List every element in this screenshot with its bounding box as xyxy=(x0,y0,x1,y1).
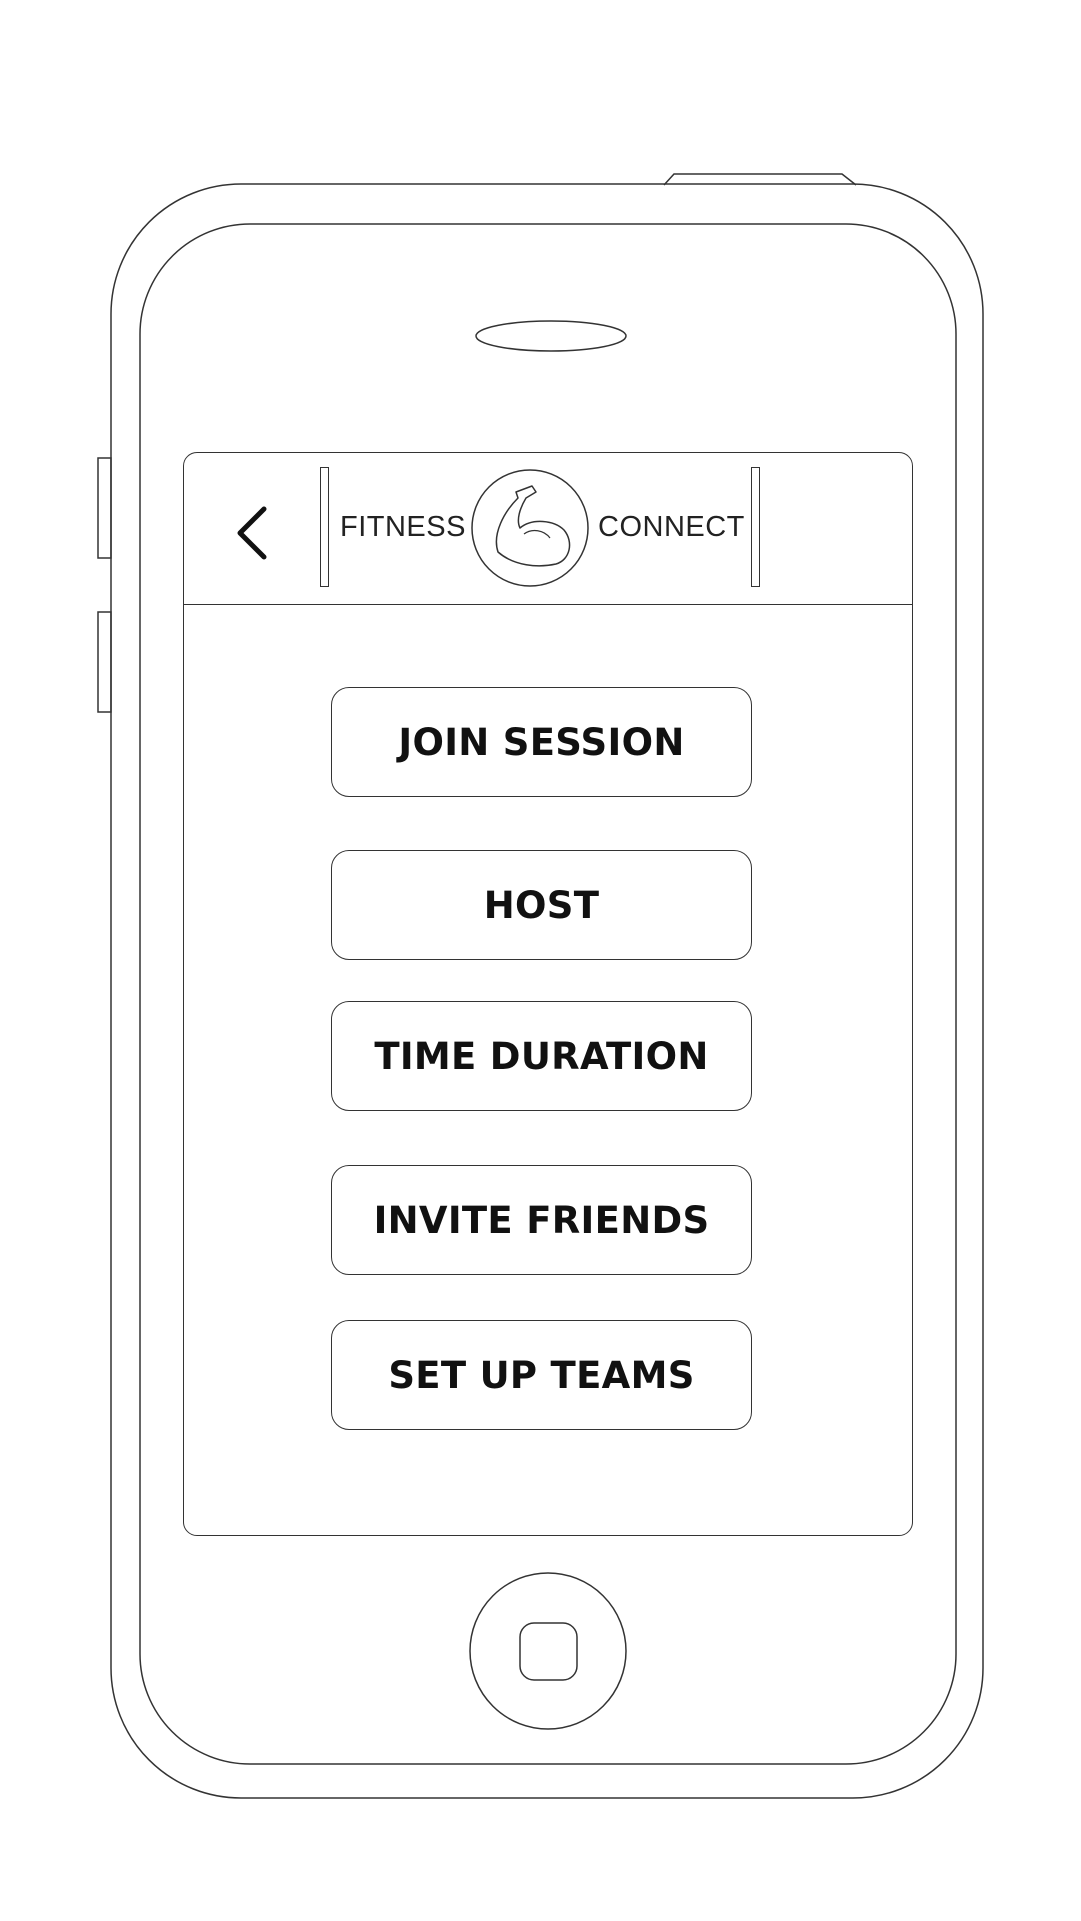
earpiece-speaker-icon xyxy=(475,320,627,352)
app-logo: FITNESS CONNECT xyxy=(320,467,760,589)
join-session-button[interactable]: JOIN SESSION xyxy=(331,687,752,797)
time-duration-button[interactable]: TIME DURATION xyxy=(331,1001,752,1111)
flexed-bicep-icon xyxy=(471,469,589,587)
invite-friends-button[interactable]: INVITE FRIENDS xyxy=(331,1165,752,1275)
set-up-teams-button[interactable]: SET UP TEAMS xyxy=(331,1320,752,1430)
logo-word-fitness: FITNESS xyxy=(340,511,466,543)
back-button[interactable] xyxy=(234,503,274,563)
chevron-left-icon xyxy=(237,506,267,560)
app-header: FITNESS CONNECT xyxy=(184,453,912,605)
phone-screen: FITNESS CONNECT JOIN SESSION HOST TIME D… xyxy=(183,452,913,1536)
logo-word-connect: CONNECT xyxy=(598,511,745,543)
home-button-icon[interactable] xyxy=(469,1572,627,1730)
logo-bar-right xyxy=(751,467,760,587)
logo-bar-left xyxy=(320,467,329,587)
host-button[interactable]: HOST xyxy=(331,850,752,960)
